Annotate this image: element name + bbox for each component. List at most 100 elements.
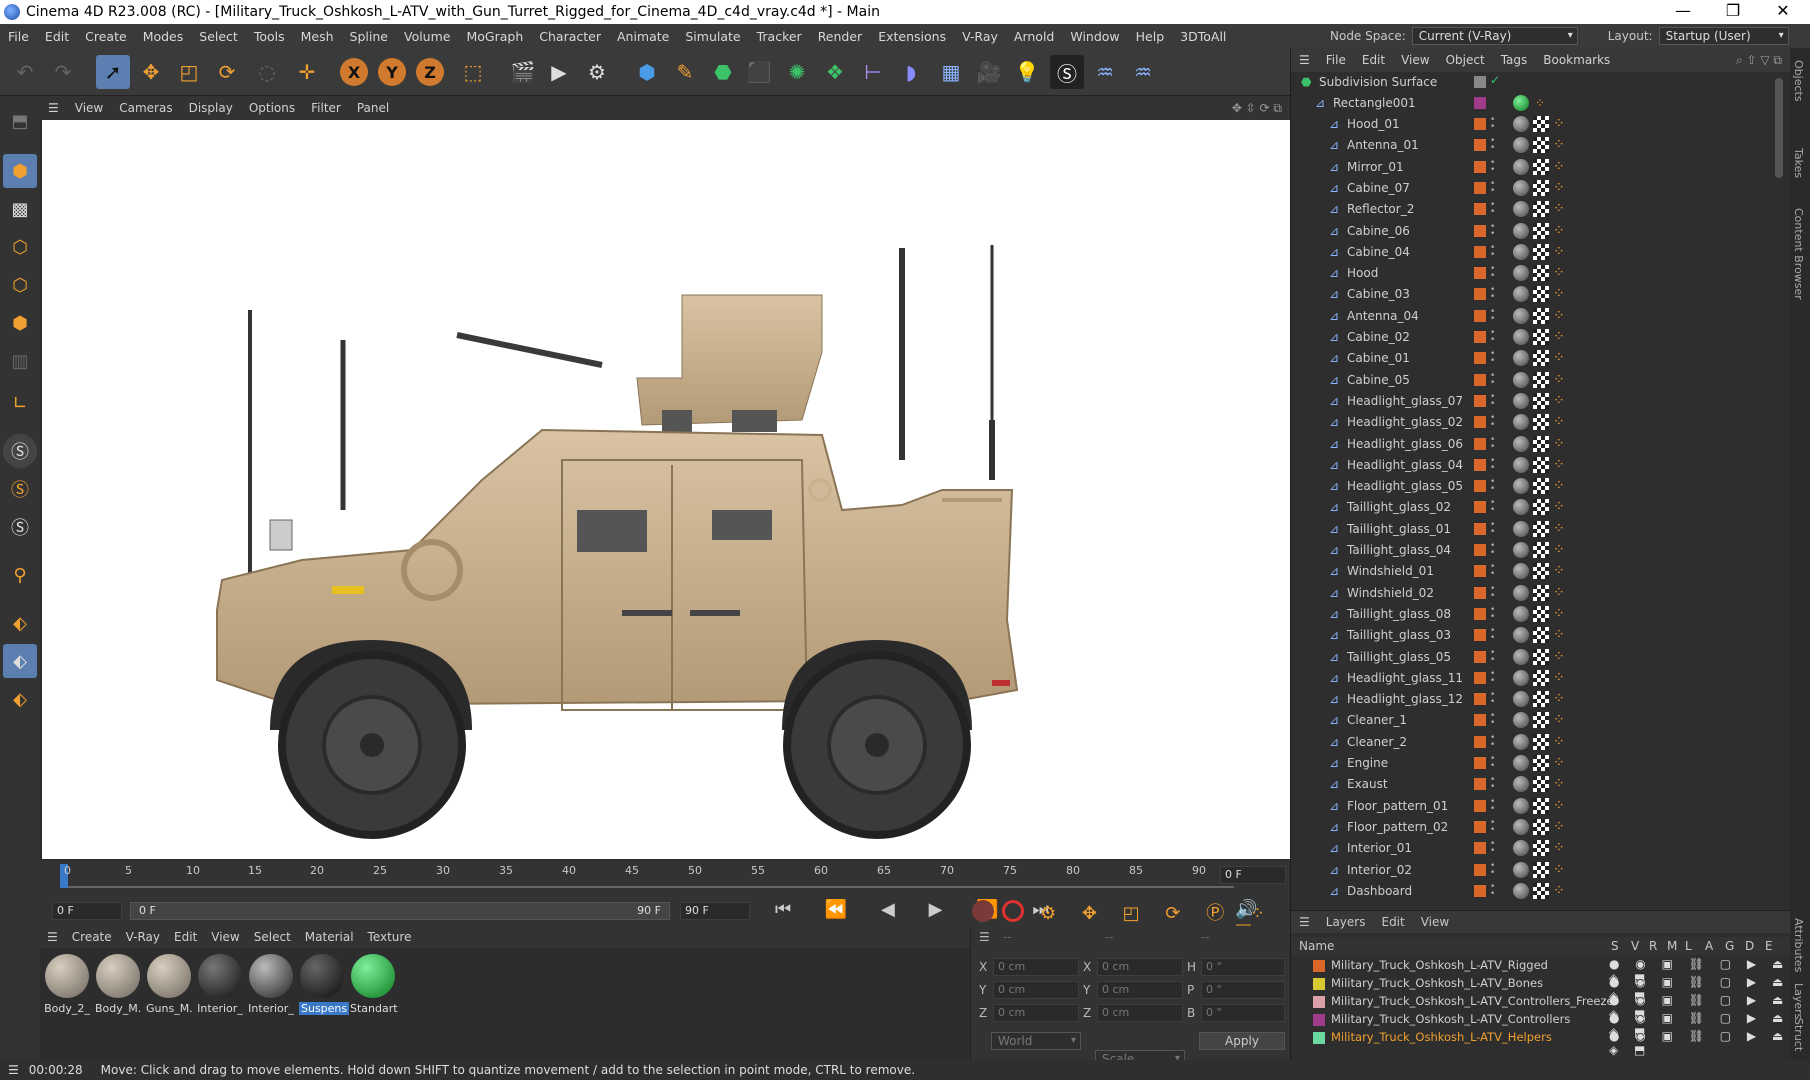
rig-tag-icon[interactable]: ⁘ (1535, 96, 1545, 110)
layer-color-swatch[interactable] (1313, 978, 1325, 990)
object-row[interactable]: ⊿ Hood • • ⁘ (1291, 263, 1771, 284)
end-frame-field[interactable]: 90 F (680, 902, 750, 920)
visibility-dots-icon[interactable]: • • (1490, 818, 1495, 834)
texture-tag-icon[interactable] (1533, 222, 1549, 239)
object-row[interactable]: ⊿ Taillight_glass_04 • • ⁘ (1291, 540, 1771, 561)
menu-modes[interactable]: Modes (135, 29, 192, 44)
rig-tag-icon[interactable]: ⁘ (1553, 841, 1565, 855)
visibility-dots-icon[interactable]: • • (1490, 882, 1495, 898)
rig-tag-icon[interactable]: ⁘ (1553, 309, 1565, 323)
python-script-icon[interactable]: ♒ (1088, 55, 1122, 89)
material-tag-icon[interactable] (1513, 648, 1529, 665)
material-tag-icon[interactable] (1513, 137, 1529, 154)
start-frame-field[interactable]: 0 F (52, 902, 122, 920)
material-tag-icon[interactable] (1513, 520, 1529, 537)
layer-menu-edit[interactable]: Edit (1373, 915, 1412, 929)
rig-tag-icon[interactable]: ⁘ (1553, 820, 1565, 834)
texture-tag-icon[interactable] (1533, 733, 1549, 750)
material-tag-icon[interactable] (1513, 392, 1529, 409)
rig-tag-icon[interactable]: ⁘ (1553, 607, 1565, 621)
undo-icon[interactable]: ↶ (8, 55, 42, 89)
layer-swatch[interactable] (1474, 820, 1486, 833)
side-tab-content-browser[interactable]: Content Browser (1792, 208, 1805, 300)
object-row[interactable]: ⊿ Cabine_01 • • ⁘ (1291, 348, 1771, 369)
texture-tag-icon[interactable] (1533, 882, 1549, 899)
select-tool-icon[interactable]: ➚ (96, 55, 130, 89)
layer-toggle-icons[interactable]: ● ◉ ▣ ⛓ ▢ ▶ ⏏ ◈ ⬒ (1609, 1029, 1791, 1057)
recent-tool-icon[interactable]: ◌ (250, 55, 284, 89)
node-space-dropdown[interactable]: Current (V-Ray) (1411, 27, 1578, 45)
z-axis-lock-icon[interactable]: Z (416, 58, 444, 86)
menu-mesh[interactable]: Mesh (293, 29, 342, 44)
grid-settings-icon[interactable]: ⬖ (3, 682, 37, 716)
visibility-dots-icon[interactable]: • • (1490, 605, 1495, 621)
object-row[interactable]: ⊿ Interior_01 • • ⁘ (1291, 838, 1771, 859)
texture-tag-icon[interactable] (1533, 818, 1549, 835)
side-tab-takes[interactable]: Takes (1792, 148, 1805, 178)
visibility-dots-icon[interactable]: • • (1490, 584, 1495, 600)
visibility-dots-icon[interactable]: • • (1490, 179, 1495, 195)
obj-menu-bookmarks[interactable]: Bookmarks (1535, 53, 1618, 67)
object-row[interactable]: ⊿ Cleaner_1 • • ⁘ (1291, 710, 1771, 731)
visibility-dots-icon[interactable]: • • (1490, 329, 1495, 345)
material-tag-icon[interactable] (1513, 243, 1529, 260)
edges-mode-icon[interactable]: ⬡ (3, 268, 37, 302)
texture-tag-icon[interactable] (1533, 542, 1549, 558)
material-tag-icon[interactable] (1513, 329, 1529, 345)
texture-tag-icon[interactable] (1533, 648, 1549, 665)
object-row[interactable]: ⊿ Dashboard • • ⁘ (1291, 881, 1771, 902)
material-tag-icon[interactable] (1513, 350, 1529, 367)
floor-icon[interactable]: ▦ (934, 55, 968, 89)
layer-swatch[interactable] (1474, 416, 1486, 429)
rig-tag-icon[interactable]: ⁘ (1553, 692, 1565, 706)
snap-settings-icon[interactable]: Ⓢ (3, 472, 37, 506)
texture-tag-icon[interactable] (1533, 520, 1549, 537)
rig-tag-icon[interactable]: ⁘ (1553, 756, 1565, 770)
mat-menu-vray[interactable]: V-Ray (119, 930, 167, 944)
deformer-icon[interactable]: ⊢ (856, 55, 890, 89)
object-row[interactable]: ⊿ Taillight_glass_01 • • ⁘ (1291, 519, 1771, 540)
layer-swatch[interactable] (1474, 309, 1486, 322)
texture-tag-icon[interactable] (1533, 605, 1549, 622)
material-swatch[interactable]: Standart (350, 954, 398, 1015)
transform-tool-icon[interactable]: ✛ (290, 55, 324, 89)
object-row[interactable]: ⊿ Headlight_glass_12 • • ⁘ (1291, 689, 1771, 710)
layer-swatch[interactable] (1474, 288, 1486, 301)
layer-color-swatch[interactable] (1313, 1032, 1325, 1044)
mat-menu-create[interactable]: Create (65, 930, 119, 944)
object-row[interactable]: ⊿ Antenna_04 • • ⁘ (1291, 306, 1771, 327)
layer-swatch[interactable] (1474, 842, 1486, 855)
layer-swatch[interactable] (1474, 671, 1486, 684)
object-row[interactable]: ⊿ Engine • • ⁘ (1291, 753, 1771, 774)
x-axis-lock-icon[interactable]: X (340, 58, 368, 86)
rig-tag-icon[interactable]: ⁘ (1553, 266, 1565, 280)
side-tab-attributes[interactable]: Attributes (1792, 918, 1805, 972)
menu-3dtoall[interactable]: 3DToAll (1172, 29, 1234, 44)
layer-swatch[interactable] (1474, 394, 1486, 407)
menu-help[interactable]: Help (1128, 29, 1173, 44)
cube-primitive-icon[interactable]: ⬢ (630, 55, 664, 89)
material-tag-icon[interactable] (1513, 669, 1529, 686)
render-region-icon[interactable]: 🎬 (506, 55, 540, 89)
material-tag-icon[interactable] (1513, 499, 1529, 516)
visibility-dots-icon[interactable]: • • (1490, 158, 1495, 174)
coord-system-dropdown[interactable]: World (991, 1032, 1081, 1050)
viewport-menu-options[interactable]: Options (241, 101, 303, 115)
rig-tag-icon[interactable]: ⁘ (1553, 138, 1565, 152)
coordinate-system-icon[interactable]: ⬚ (456, 55, 490, 89)
obj-menu-edit[interactable]: Edit (1354, 53, 1393, 67)
object-row[interactable]: ⊿ Headlight_glass_06 • • ⁘ (1291, 434, 1771, 455)
material-tag-icon[interactable] (1513, 755, 1529, 771)
texture-tag-icon[interactable] (1533, 179, 1549, 196)
size-y-field[interactable]: 0 cm (1097, 981, 1183, 999)
rig-tag-icon[interactable]: ⁘ (1553, 586, 1565, 600)
viewport-menu-display[interactable]: Display (181, 101, 241, 115)
y-axis-lock-icon[interactable]: Y (378, 58, 406, 86)
layer-swatch[interactable] (1474, 799, 1486, 812)
subdivision-icon[interactable]: ⬣ (706, 55, 740, 89)
position-z-field[interactable]: 0 cm (993, 1004, 1079, 1022)
texture-tag-icon[interactable] (1533, 371, 1549, 388)
layer-swatch[interactable] (1474, 757, 1486, 769)
material-tag-icon[interactable] (1513, 95, 1529, 111)
layer-swatch[interactable] (1474, 181, 1486, 194)
